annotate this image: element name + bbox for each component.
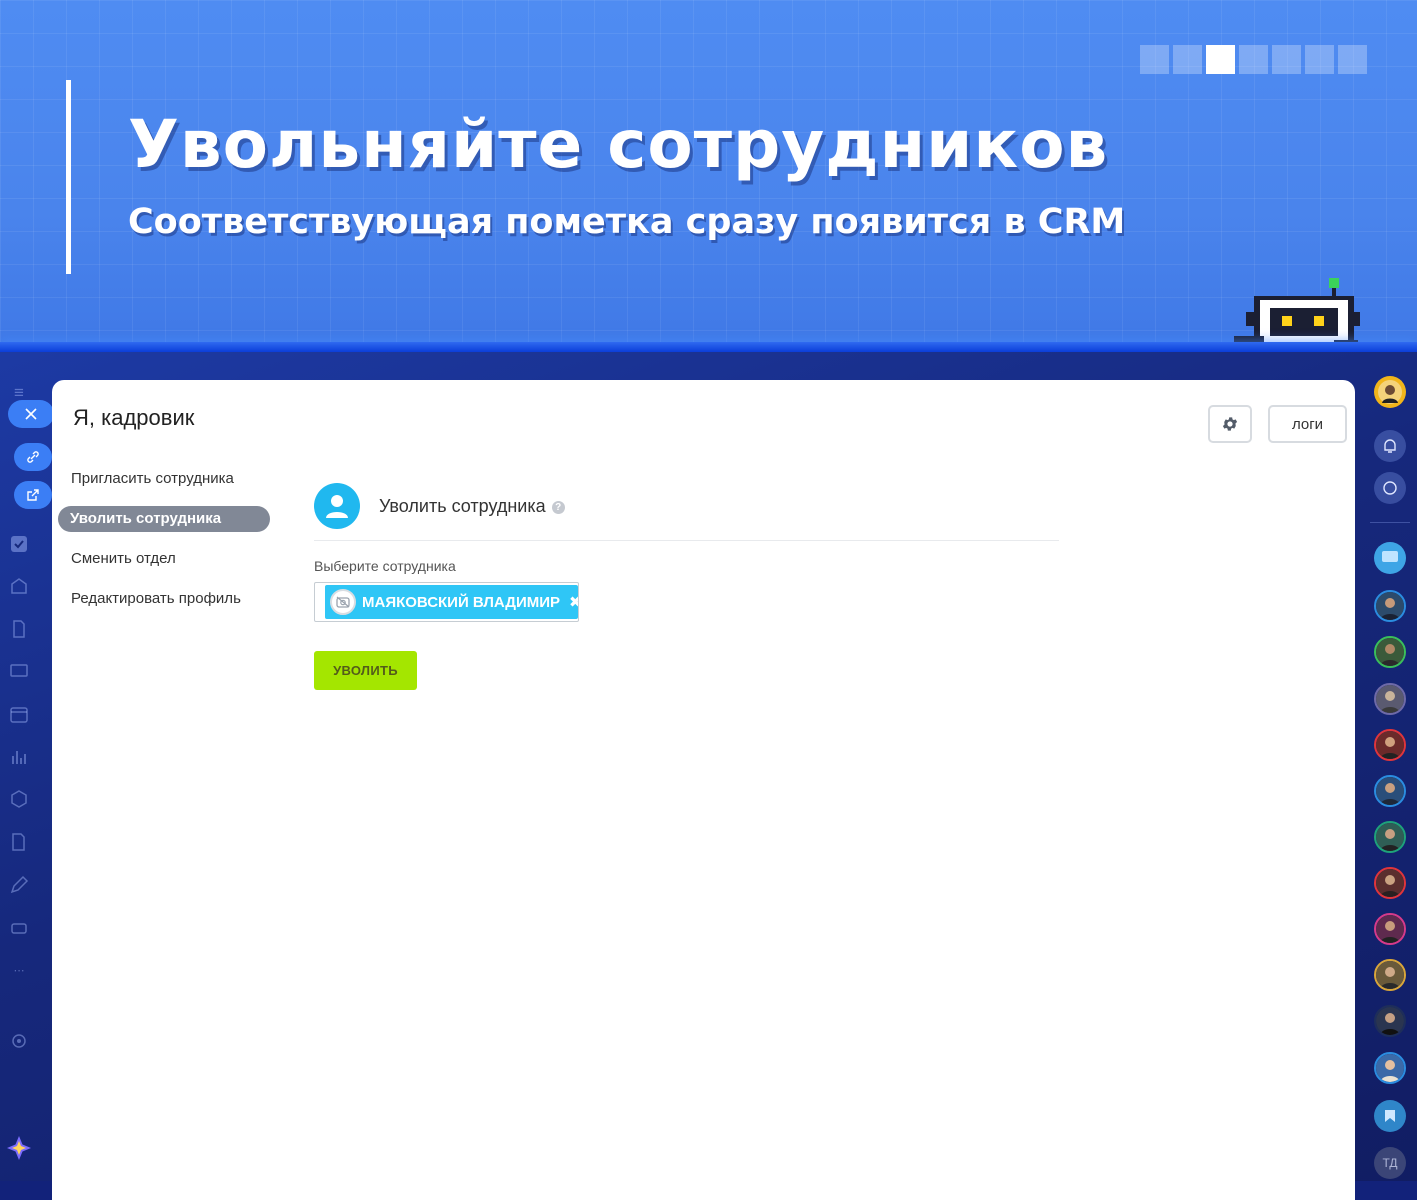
settings-button[interactable] <box>1208 405 1252 443</box>
portrait-icon <box>1376 1054 1404 1082</box>
user-avatar[interactable] <box>1374 376 1406 408</box>
selected-employee-chip[interactable]: МАЯКОВСКИЙ ВЛАДИМИР ✖ <box>325 585 578 619</box>
portrait-icon <box>1376 823 1404 851</box>
portrait-icon <box>1376 777 1404 805</box>
slide-dot[interactable] <box>1173 45 1202 74</box>
contact-avatar[interactable] <box>1374 590 1406 622</box>
menu-item-fire[interactable]: Уволить сотрудника <box>58 506 270 532</box>
board-icon[interactable] <box>8 662 30 684</box>
portrait-icon <box>1376 731 1404 759</box>
portrait-icon <box>1376 1007 1404 1035</box>
initials-avatar[interactable]: ТД <box>1374 1147 1406 1179</box>
left-navigation: ≡ ⋯ <box>0 352 54 1181</box>
employee-selector[interactable]: МАЯКОВСКИЙ ВЛАДИМИР ✖ <box>314 582 579 622</box>
bell-icon <box>1384 439 1396 453</box>
modal-title: Я, кадровик <box>73 405 195 430</box>
slide-dot-active[interactable] <box>1206 45 1235 74</box>
menu-item-change-department[interactable]: Сменить отдел <box>58 546 270 572</box>
slide-dot[interactable] <box>1338 45 1367 74</box>
automation-icon[interactable] <box>8 917 30 939</box>
contact-avatar[interactable] <box>1374 636 1406 668</box>
contact-avatar[interactable] <box>1374 1005 1406 1037</box>
contact-avatar[interactable] <box>1374 867 1406 899</box>
search-chat-button[interactable] <box>1374 472 1406 504</box>
contact-avatar[interactable] <box>1374 959 1406 991</box>
slide-dot[interactable] <box>1272 45 1301 74</box>
portrait-icon <box>1376 638 1404 666</box>
slide-dot[interactable] <box>1140 45 1169 74</box>
banner-subtitle: Соответствующая пометка сразу появится в… <box>128 202 1126 242</box>
remove-chip-icon[interactable]: ✖ <box>569 593 578 611</box>
side-menu: Пригласить сотрудника Уволить сотрудника… <box>58 466 270 626</box>
right-rail: ТД <box>1356 352 1417 1181</box>
crm-icon[interactable] <box>8 576 30 598</box>
slide-dot[interactable] <box>1239 45 1268 74</box>
settings-nav-icon[interactable] <box>8 1031 30 1053</box>
menu-item-edit-profile[interactable]: Редактировать профиль <box>58 586 270 612</box>
analytics-icon[interactable] <box>8 747 30 769</box>
section-title: Уволить сотрудника? <box>379 496 565 517</box>
rail-divider <box>1370 522 1410 523</box>
pen-icon[interactable] <box>8 875 30 897</box>
chat-search-icon <box>1383 481 1397 495</box>
section-header: Уволить сотрудника? <box>314 483 1059 541</box>
portrait-icon <box>1376 685 1404 713</box>
contact-avatar[interactable] <box>1374 821 1406 853</box>
contact-avatar[interactable] <box>1374 729 1406 761</box>
chat-messages-button[interactable] <box>1374 542 1406 574</box>
tasks-icon[interactable] <box>8 534 30 556</box>
employee-field-label: Выберите сотрудника <box>314 558 456 574</box>
mcp-icon[interactable]: ⋯ <box>8 960 30 982</box>
banner-title: Увольняйте сотрудников <box>128 106 1109 183</box>
edit-document-icon[interactable] <box>8 832 30 854</box>
banner-accent-line <box>66 80 71 274</box>
portrait-icon <box>1376 592 1404 620</box>
hexagon-icon[interactable] <box>8 789 30 811</box>
messages-icon <box>1382 551 1398 562</box>
portrait-icon <box>1376 961 1404 989</box>
user-silhouette-icon <box>314 483 360 529</box>
slide-dot[interactable] <box>1305 45 1334 74</box>
portrait-icon <box>1376 915 1404 943</box>
banner-bottom-glow <box>0 342 1417 352</box>
gear-icon <box>1222 417 1238 431</box>
contact-avatar[interactable] <box>1374 683 1406 715</box>
calendar-icon[interactable] <box>8 704 30 726</box>
camera-off-icon <box>330 589 356 615</box>
close-icon <box>25 408 37 420</box>
bookmark-icon <box>1385 1110 1395 1122</box>
contact-avatar[interactable] <box>1374 775 1406 807</box>
hr-modal: Я, кадровик логи Пригласить сотрудника У… <box>52 380 1355 1200</box>
copilot-star-icon[interactable] <box>5 1134 33 1162</box>
section-title-text: Уволить сотрудника <box>379 496 546 516</box>
selected-employee-name: МАЯКОВСКИЙ ВЛАДИМИР <box>362 593 561 611</box>
copy-link-button[interactable] <box>14 443 52 471</box>
robot-mascot-icon <box>1234 278 1360 352</box>
contact-avatar[interactable] <box>1374 1052 1406 1084</box>
contact-avatar[interactable] <box>1374 913 1406 945</box>
notifications-button[interactable] <box>1374 430 1406 462</box>
slide-indicator <box>1140 45 1367 74</box>
promo-banner: Увольняйте сотрудников Соответствующая п… <box>0 0 1417 352</box>
logs-button[interactable]: логи <box>1268 405 1347 443</box>
document-icon[interactable] <box>8 619 30 641</box>
avatar-portrait-icon <box>1378 380 1402 404</box>
portrait-icon <box>1376 869 1404 897</box>
fire-button[interactable]: УВОЛИТЬ <box>314 651 417 690</box>
bookmarks-button[interactable] <box>1374 1100 1406 1132</box>
external-link-icon <box>27 489 39 501</box>
open-new-window-button[interactable] <box>14 481 52 509</box>
help-icon[interactable]: ? <box>551 500 565 514</box>
menu-item-invite[interactable]: Пригласить сотрудника <box>58 466 270 492</box>
close-slider-button[interactable] <box>8 400 54 428</box>
link-icon <box>27 451 39 463</box>
